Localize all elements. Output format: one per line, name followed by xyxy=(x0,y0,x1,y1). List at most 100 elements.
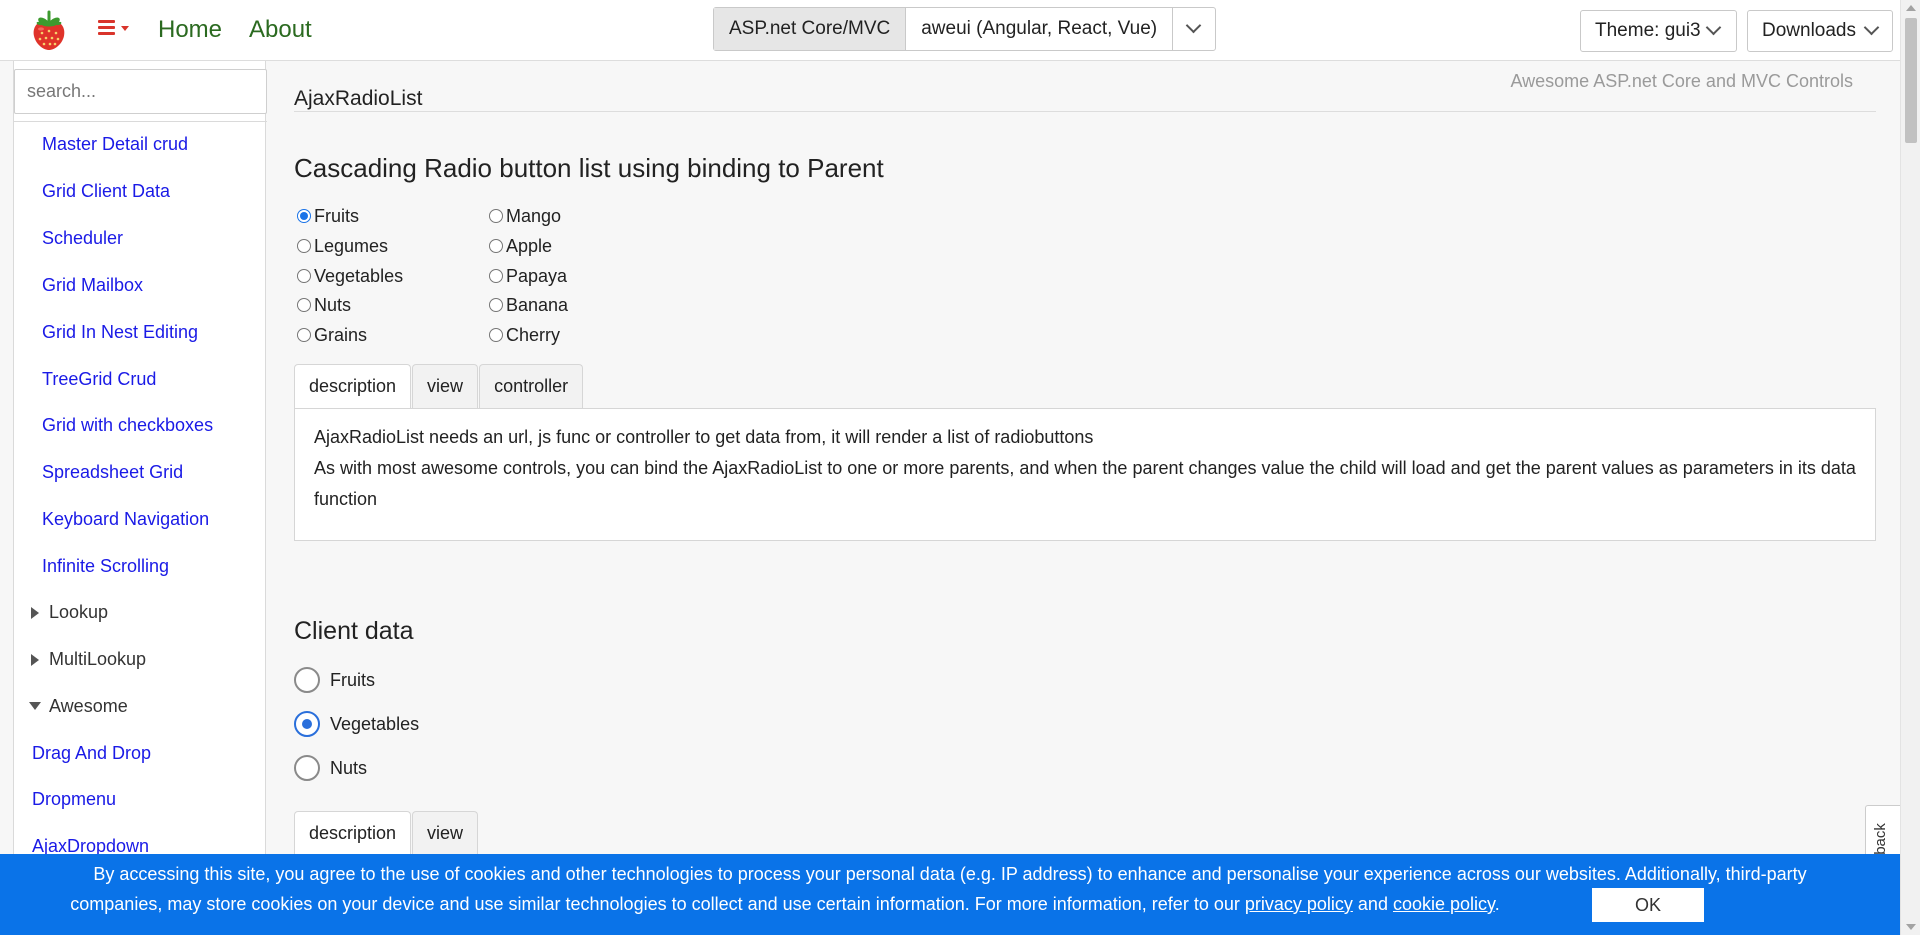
strawberry-logo-icon[interactable] xyxy=(30,9,68,51)
radio-unchecked-icon xyxy=(489,209,503,223)
theme-dropdown-button[interactable]: Theme: gui3 xyxy=(1580,10,1737,52)
radio-option-nuts[interactable]: Nuts xyxy=(294,755,367,781)
radio-label: Cherry xyxy=(506,325,561,345)
scroll-down-arrow-icon[interactable] xyxy=(1906,924,1916,930)
radio-option-grains[interactable]: Grains xyxy=(297,325,367,346)
radio-unchecked-icon xyxy=(297,269,311,283)
tab-view[interactable]: view xyxy=(412,811,479,856)
radio-option-fruits[interactable]: Fruits xyxy=(297,206,359,227)
platform-aspnet-button[interactable]: ASP.net Core/MVC xyxy=(714,8,907,50)
sidebar-item-grid-with-checkboxes[interactable]: Grid with checkboxes xyxy=(42,415,213,436)
nav-about-link[interactable]: About xyxy=(249,16,312,44)
cookie-policy-link[interactable]: cookie policy xyxy=(1393,894,1495,914)
tab-description[interactable]: description xyxy=(294,811,412,856)
radio-label: Papaya xyxy=(506,266,568,286)
main-content: Awesome ASP.net Core and MVC Controls Aj… xyxy=(266,61,1900,935)
hamburger-icon xyxy=(98,20,115,35)
divider xyxy=(294,111,1876,112)
description-text-line1: AjaxRadioList needs an url, js func or c… xyxy=(314,427,1094,447)
section2-tabs: description view xyxy=(294,811,479,856)
sidebar-item-keyboard-navigation[interactable]: Keyboard Navigation xyxy=(42,509,209,530)
cookie-ok-button[interactable]: OK xyxy=(1592,888,1704,922)
radio-checked-icon xyxy=(297,209,311,223)
radio-unchecked-icon xyxy=(489,239,503,253)
radio-unchecked-icon xyxy=(297,239,311,253)
sidebar-group-label: Lookup xyxy=(49,602,109,622)
radio-label: Apple xyxy=(506,236,553,256)
radio-unchecked-icon xyxy=(297,328,311,342)
radio-label: Legumes xyxy=(314,236,389,256)
sidebar-item-spreadsheet-grid[interactable]: Spreadsheet Grid xyxy=(42,462,183,483)
page-scrollbar[interactable] xyxy=(1900,0,1920,935)
sidebar-item-grid-in-nest-editing[interactable]: Grid In Nest Editing xyxy=(42,322,198,343)
sidebar-item-master-detail-crud[interactable]: Master Detail crud xyxy=(42,134,188,155)
chevron-down-icon xyxy=(1705,19,1722,36)
scrollbar-thumb[interactable] xyxy=(1905,18,1917,143)
platform-aweui-button[interactable]: aweui (Angular, React, Vue) xyxy=(906,8,1174,50)
radio-unchecked-icon xyxy=(489,269,503,283)
sidebar-item-drag-and-drop[interactable]: Drag And Drop xyxy=(32,743,151,764)
description-text-line2: As with most awesome controls, you can b… xyxy=(314,458,1856,509)
sidebar-item-dropmenu[interactable]: Dropmenu xyxy=(32,789,116,810)
sidebar-item-grid-mailbox[interactable]: Grid Mailbox xyxy=(42,275,143,296)
radio-unchecked-icon xyxy=(294,667,320,693)
radio-checked-icon xyxy=(294,711,320,737)
theme-label: Theme: gui3 xyxy=(1595,20,1701,41)
radio-option-vegetables[interactable]: Vegetables xyxy=(297,266,403,287)
caret-down-icon xyxy=(121,26,129,31)
cookie-text-line1: By accessing this site, you agree to the… xyxy=(93,864,1807,884)
site-tagline: Awesome ASP.net Core and MVC Controls xyxy=(1510,71,1853,91)
tab-controller[interactable]: controller xyxy=(479,364,584,409)
radio-label: Fruits xyxy=(330,670,375,690)
cookie-banner: By accessing this site, you agree to the… xyxy=(0,854,1900,935)
chevron-down-icon xyxy=(1185,17,1202,34)
radio-option-mango[interactable]: Mango xyxy=(489,206,561,227)
radio-option-vegetables[interactable]: Vegetables xyxy=(294,711,419,737)
sidebar: Master Detail crud Grid Client Data Sche… xyxy=(13,61,267,935)
radio-label: Nuts xyxy=(314,295,352,315)
cookie-text-line2: companies, may store cookies on your dev… xyxy=(0,894,1735,915)
scroll-up-arrow-icon[interactable] xyxy=(1906,5,1916,11)
cookie-text: companies, may store cookies on your dev… xyxy=(70,894,1240,914)
radio-option-cherry[interactable]: Cherry xyxy=(489,325,560,346)
sidebar-group-lookup[interactable]: Lookup xyxy=(31,602,108,623)
radio-option-banana[interactable]: Banana xyxy=(489,295,568,316)
sidebar-item-infinite-scrolling[interactable]: Infinite Scrolling xyxy=(42,556,169,577)
radio-option-fruits[interactable]: Fruits xyxy=(294,667,375,693)
platform-dropdown-button[interactable] xyxy=(1173,8,1215,50)
sidebar-menu: Master Detail crud Grid Client Data Sche… xyxy=(14,121,267,856)
section-heading-client-data: Client data xyxy=(294,617,414,645)
description-panel: AjaxRadioList needs an url, js func or c… xyxy=(294,408,1876,541)
radio-label: Grains xyxy=(314,325,368,345)
sidebar-group-awesome[interactable]: Awesome xyxy=(29,696,128,717)
cookie-period: . xyxy=(1494,894,1500,914)
radio-option-papaya[interactable]: Papaya xyxy=(489,266,567,287)
tab-view[interactable]: view xyxy=(412,364,479,409)
privacy-policy-link[interactable]: privacy policy xyxy=(1245,894,1353,914)
search-input[interactable] xyxy=(14,69,267,114)
sidebar-group-label: Awesome xyxy=(49,696,128,716)
sidebar-group-multilookup[interactable]: MultiLookup xyxy=(31,649,146,670)
radio-option-apple[interactable]: Apple xyxy=(489,236,552,257)
downloads-label: Downloads xyxy=(1762,20,1856,41)
radio-option-nuts[interactable]: Nuts xyxy=(297,295,351,316)
hamburger-menu-button[interactable] xyxy=(98,16,132,42)
radio-label: Nuts xyxy=(330,758,368,778)
section1-tabs: description view controller xyxy=(294,364,584,409)
downloads-dropdown-button[interactable]: Downloads xyxy=(1747,10,1893,52)
nav-home-link[interactable]: Home xyxy=(158,16,222,44)
radio-label: Vegetables xyxy=(330,714,420,734)
radio-option-legumes[interactable]: Legumes xyxy=(297,236,388,257)
radio-label: Mango xyxy=(506,206,562,226)
sidebar-item-scheduler[interactable]: Scheduler xyxy=(42,228,123,249)
radio-label: Fruits xyxy=(314,206,359,226)
radio-label: Vegetables xyxy=(314,266,404,286)
radio-unchecked-icon xyxy=(489,328,503,342)
tab-description[interactable]: description xyxy=(294,364,412,409)
top-navbar: Home About ASP.net Core/MVC aweui (Angul… xyxy=(0,0,1900,61)
sidebar-item-grid-client-data[interactable]: Grid Client Data xyxy=(42,181,170,202)
sidebar-item-treegrid-crud[interactable]: TreeGrid Crud xyxy=(42,369,156,390)
radio-unchecked-icon xyxy=(489,298,503,312)
radio-unchecked-icon xyxy=(297,298,311,312)
cookie-and-text: and xyxy=(1357,894,1388,914)
